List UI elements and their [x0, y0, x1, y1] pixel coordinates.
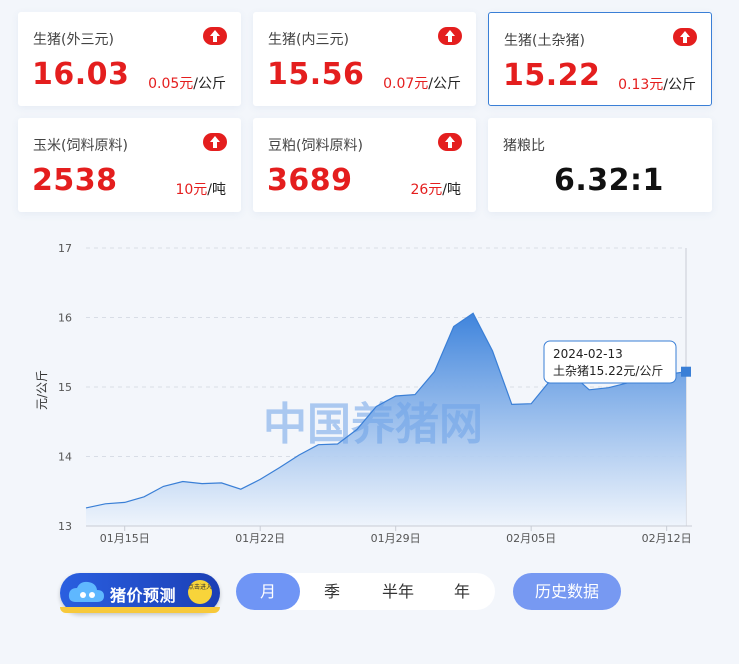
card-pig-grain-ratio[interactable]: 猪粮比 6.32:1	[488, 118, 712, 212]
price-forecast-button[interactable]: 猪价预测 点击进入	[60, 573, 220, 613]
enter-badge: 点击进入	[188, 580, 212, 604]
card-pig-local[interactable]: 生猪(土杂猪) 15.22 0.13元/公斤	[488, 12, 712, 106]
tooltip-date: 2024-02-13	[553, 347, 623, 361]
card-value: 16.03	[32, 57, 130, 92]
y-tick-label: 15	[58, 381, 72, 394]
watermark: 中国养猪网	[263, 399, 483, 450]
x-tick-label: 01月29日	[371, 532, 421, 545]
card-value: 15.56	[267, 57, 365, 92]
card-title: 生猪(外三元)	[33, 32, 114, 48]
arrow-up-icon	[203, 133, 227, 151]
card-title: 生猪(土杂猪)	[504, 33, 585, 49]
card-change: 10元/吨	[175, 182, 226, 198]
y-tick-label: 14	[58, 451, 72, 464]
card-title: 猪粮比	[503, 138, 545, 154]
x-axis: 01月15日 01月22日 01月29日 02月05日 02月12日	[86, 525, 692, 545]
card-value: 2538	[32, 163, 118, 198]
period-quarter-tab[interactable]: 季	[300, 573, 364, 610]
period-month-tab[interactable]: 月	[236, 573, 300, 610]
period-halfyear-tab[interactable]: 半年	[366, 573, 430, 610]
arrow-up-icon	[673, 28, 697, 46]
card-change: 0.07元/公斤	[383, 76, 461, 92]
history-data-button[interactable]: 历史数据	[513, 573, 621, 610]
y-tick-label: 16	[58, 312, 72, 325]
x-tick-label: 01月15日	[100, 532, 150, 545]
card-value: 3689	[267, 163, 353, 198]
y-axis-ticks: 13 14 15 16 17	[58, 242, 72, 533]
tooltip: 2024-02-13 土杂猪15.22元/公斤	[543, 340, 677, 384]
card-pig-inner[interactable]: 生猪(内三元) 15.56 0.07元/公斤	[253, 12, 476, 106]
highlight-point	[681, 366, 691, 377]
card-title: 生猪(内三元)	[268, 32, 349, 48]
card-corn[interactable]: 玉米(饲料原料) 2538 10元/吨	[18, 118, 241, 212]
decorative-stripe	[60, 607, 220, 613]
period-switch: 月 季 半年 年	[236, 573, 495, 610]
arrow-up-icon	[438, 133, 462, 151]
y-tick-label: 13	[58, 520, 72, 533]
card-title: 豆粕(饲料原料)	[268, 138, 363, 154]
tooltip-value: 土杂猪15.22元/公斤	[553, 364, 663, 378]
card-value: 15.22	[503, 58, 601, 93]
y-tick-label: 17	[58, 242, 72, 255]
arrow-up-icon	[203, 27, 227, 45]
card-value: 6.32:1	[554, 163, 664, 198]
arrow-up-icon	[438, 27, 462, 45]
data-points	[681, 366, 691, 377]
period-year-tab[interactable]: 年	[430, 573, 494, 610]
price-chart: 13 14 15 16 17 元/公斤 中国养猪网 01月15日 01月22日 01月29日…	[35, 242, 692, 545]
card-pig-outer[interactable]: 生猪(外三元) 16.03 0.05元/公斤	[18, 12, 241, 106]
card-change: 26元/吨	[410, 182, 461, 198]
card-title: 玉米(饲料原料)	[33, 138, 128, 154]
card-change: 0.13元/公斤	[618, 77, 696, 93]
price-forecast-label: 猪价预测	[110, 586, 177, 605]
card-soymeal[interactable]: 豆粕(饲料原料) 3689 26元/吨	[253, 118, 476, 212]
y-axis-label: 元/公斤	[35, 370, 49, 410]
x-tick-label: 02月12日	[642, 532, 692, 545]
card-change: 0.05元/公斤	[148, 76, 226, 92]
x-tick-label: 02月05日	[506, 532, 556, 545]
x-tick-label: 01月22日	[235, 532, 285, 545]
